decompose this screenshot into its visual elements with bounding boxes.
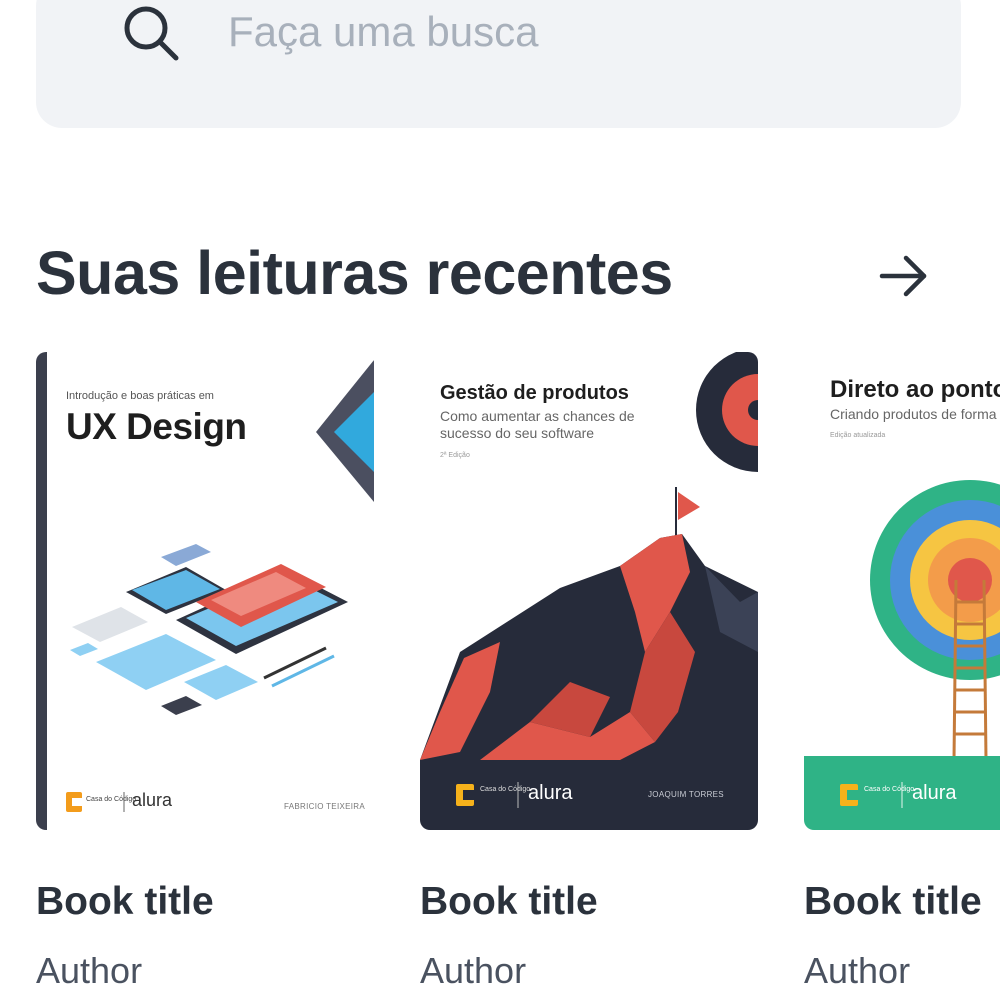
cover-author: FABRICIO TEIXEIRA [284,802,365,811]
cover-publisher: Casa do Código [86,796,137,803]
direto-ao-ponto-cover-art [804,480,1000,830]
cover-edition: Edição atualizada [830,432,886,439]
book-cover[interactable]: Gestão de produtos Como aumentar as chan… [420,352,758,830]
book-cover[interactable]: Direto ao ponto Criando produtos de form… [804,352,1000,830]
book-card[interactable]: Gestão de produtos Como aumentar as chan… [420,352,760,1002]
cover-edition: 2ª Edição [440,452,470,459]
book-title: Book title [804,880,982,923]
book-title: Book title [36,880,214,923]
cover-publisher: Casa do Código [480,786,531,793]
book-author: Author [36,950,143,991]
search-bar[interactable] [36,0,961,128]
see-all-button[interactable] [874,246,934,306]
cover-series: Introdução e boas práticas em [66,390,214,402]
cover-subtitle: Como aumentar as chances de sucesso do s… [440,408,635,441]
book-title: Book title [420,880,598,923]
cover-subtitle: Criando produtos de forma enxuta [830,406,1000,422]
book-author: Author [804,950,911,991]
cover-partner: alura [912,782,957,804]
cover-publisher: Casa do Código [864,786,915,793]
cover-partner: alura [528,782,573,804]
book-cover[interactable]: Introdução e boas práticas em UX Design … [36,352,374,830]
book-card[interactable]: Introdução e boas práticas em UX Design … [36,352,376,1002]
search-input[interactable] [228,0,928,64]
cover-heading: Direto ao ponto [830,376,1000,403]
cover-heading: UX Design [66,406,247,447]
cover-heading: Gestão de produtos [440,382,629,404]
section-title: Suas leituras recentes [36,239,673,307]
cover-author: JOAQUIM TORRES [648,790,724,799]
search-icon [124,6,179,61]
book-author: Author [420,950,527,991]
book-card[interactable]: Direto ao ponto Criando produtos de form… [804,352,1000,1002]
cover-partner: alura [132,790,173,810]
arrow-right-icon [879,255,927,297]
